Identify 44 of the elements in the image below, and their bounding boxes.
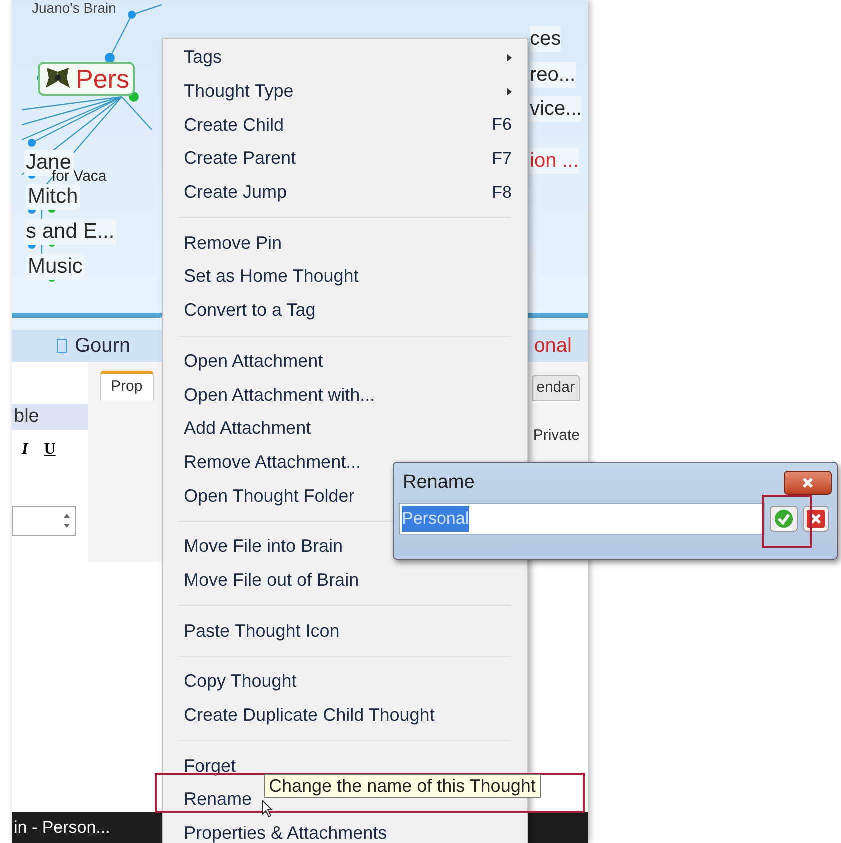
menu-item[interactable]: Tags bbox=[163, 41, 527, 75]
thought-link[interactable]: Gourn bbox=[75, 331, 131, 361]
menu-item[interactable]: Set as Home Thought bbox=[163, 260, 527, 294]
brain-title: Juano's Brain bbox=[32, 0, 116, 16]
close-icon bbox=[802, 477, 814, 489]
menu-item[interactable]: Add Attachment bbox=[163, 412, 527, 446]
menu-item[interactable]: Create Parent F7 bbox=[163, 142, 527, 176]
thought-link[interactable]: onal bbox=[534, 331, 572, 361]
map-node[interactable]: Pers bbox=[38, 62, 136, 96]
thought-square-icon bbox=[57, 339, 67, 353]
dialog-title: Rename bbox=[403, 470, 475, 495]
menu-item[interactable]: Copy Thought bbox=[163, 665, 527, 699]
private-label: Private bbox=[533, 426, 580, 446]
map-node[interactable]: Mitch bbox=[26, 184, 80, 210]
annotation-box bbox=[762, 495, 812, 548]
map-node[interactable]: ces bbox=[530, 26, 562, 52]
menu-item[interactable]: Create Jump F8 bbox=[163, 176, 527, 210]
panel-tab[interactable]: endar bbox=[532, 375, 580, 401]
map-node[interactable]: ion ... bbox=[530, 148, 579, 174]
format-button[interactable]: U bbox=[44, 438, 56, 462]
cancel-button[interactable] bbox=[803, 506, 829, 532]
menu-item[interactable]: Open Attachment bbox=[163, 344, 527, 378]
menu-item[interactable]: Create Duplicate Child Thought bbox=[163, 698, 527, 732]
map-node[interactable]: Music bbox=[26, 254, 85, 280]
format-button[interactable]: I bbox=[22, 438, 28, 462]
panel-tab[interactable]: Prop bbox=[100, 371, 154, 401]
taskbar-item[interactable]: in - Person... bbox=[14, 814, 110, 840]
mouse-cursor-icon bbox=[262, 800, 274, 818]
map-node[interactable]: s and E... bbox=[24, 219, 117, 245]
confirm-button[interactable] bbox=[770, 506, 798, 532]
menu-item[interactable]: Move File out of Brain bbox=[163, 564, 527, 598]
menu-item[interactable]: Thought Type bbox=[163, 74, 527, 108]
notes-header: ble bbox=[12, 404, 88, 430]
menu-item[interactable]: Paste Thought Icon bbox=[163, 614, 527, 648]
close-button[interactable] bbox=[784, 471, 832, 495]
menu-item[interactable]: Remove Pin bbox=[163, 226, 527, 260]
menu-item[interactable]: Create Child F6 bbox=[163, 108, 527, 142]
menu-item[interactable]: Properties & Attachments bbox=[163, 816, 527, 843]
map-node[interactable]: reo... bbox=[530, 62, 576, 88]
map-node[interactable]: vice... bbox=[530, 96, 582, 122]
menu-item[interactable]: Convert to a Tag bbox=[163, 294, 527, 328]
tooltip: Change the name of this Thought bbox=[264, 774, 541, 798]
menu-item[interactable]: Open Attachment with... bbox=[163, 378, 527, 412]
checkmark-icon bbox=[774, 509, 794, 529]
